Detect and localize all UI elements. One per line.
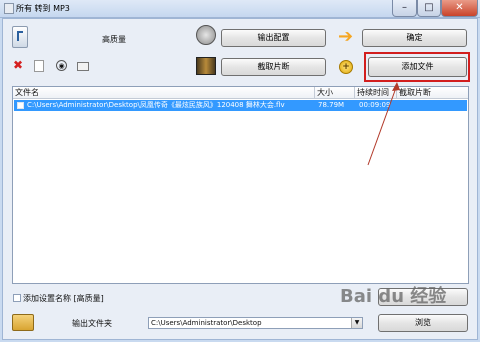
file-icon	[17, 102, 24, 109]
play-icon[interactable]: ◉	[56, 60, 67, 71]
minimize-button[interactable]: –	[392, 0, 417, 17]
app-icon	[4, 3, 14, 14]
highlight-box	[364, 52, 470, 82]
folder-icon[interactable]	[12, 314, 34, 331]
info-icon[interactable]	[77, 62, 89, 71]
quality-label: 高质量	[102, 35, 126, 44]
output-config-button[interactable]: 输出配置	[221, 29, 326, 47]
file-size-cell: 78.79M	[318, 101, 345, 109]
watermark: Bai du 经验	[340, 286, 447, 307]
add-file-icon: +	[339, 60, 353, 74]
maximize-button[interactable]: □	[417, 0, 441, 17]
browse-button[interactable]: 浏览	[378, 314, 468, 332]
output-folder-combo[interactable]: C:\Users\Administrator\Desktop ▼	[148, 317, 363, 329]
column-clip[interactable]: 截取片断	[397, 87, 468, 99]
confirm-button[interactable]: 确定	[362, 29, 467, 47]
annotation-arrow	[367, 82, 400, 166]
delete-icon[interactable]: ✖	[13, 58, 23, 72]
output-config-icon	[196, 25, 216, 45]
audio-file-icon	[12, 26, 28, 48]
output-folder-value: C:\Users\Administrator\Desktop	[151, 319, 262, 327]
film-clip-icon	[196, 57, 216, 75]
clip-button[interactable]: 截取片断	[221, 58, 326, 76]
file-name-cell: C:\Users\Administrator\Desktop\凤凰传奇《最炫民族…	[27, 101, 285, 109]
chevron-down-icon[interactable]: ▼	[351, 318, 362, 328]
column-filename[interactable]: 文件名	[13, 87, 315, 99]
confirm-arrow-icon: ➔	[338, 26, 354, 47]
add-setting-name-checkbox[interactable]	[13, 294, 21, 302]
window-title: 所有 转到 MP3	[16, 4, 70, 13]
output-folder-label: 输出文件夹	[72, 319, 112, 328]
file-clip-cell	[400, 100, 466, 111]
close-window-button[interactable]: ✕	[441, 0, 478, 17]
clear-icon[interactable]	[34, 60, 44, 72]
add-setting-name-label: 添加设置名称 [高质量]	[23, 294, 104, 303]
column-size[interactable]: 大小	[315, 87, 355, 99]
